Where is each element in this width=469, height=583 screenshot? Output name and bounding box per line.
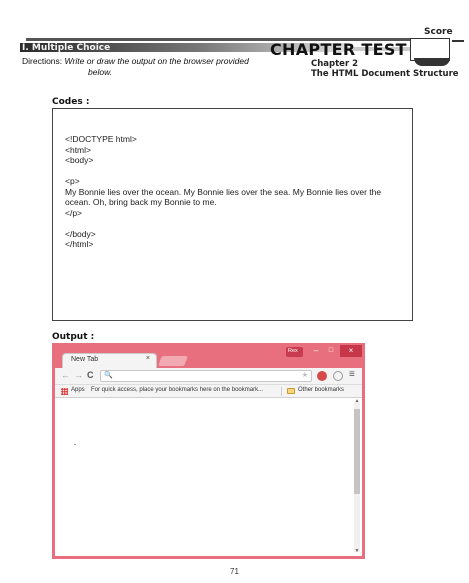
code-line: </html>: [65, 239, 94, 249]
browser-toolbar: ← → C 🔍 ★ ≡: [55, 368, 362, 385]
code-line: <p>: [65, 176, 80, 186]
tab-label: New Tab: [71, 356, 99, 363]
code-box: <!DOCTYPE html> <html> <body> <p> My Bon…: [52, 108, 413, 321]
chapter-subtitle: Chapter 2 The HTML Document Structure: [311, 59, 459, 79]
close-window-icon[interactable]: ×: [340, 345, 362, 357]
reload-icon[interactable]: C: [87, 370, 94, 380]
user-badge[interactable]: Rex: [286, 347, 303, 357]
extension-icon[interactable]: [317, 371, 327, 381]
address-bar[interactable]: 🔍 ★: [100, 370, 312, 382]
chapter-title: The HTML Document Structure: [311, 69, 459, 79]
code-listing: <!DOCTYPE html> <html> <body> <p> My Bon…: [65, 134, 405, 250]
user-badge-label: Rex: [288, 348, 298, 354]
scroll-down-icon[interactable]: ▼: [354, 548, 360, 554]
score-box-dash: [452, 40, 464, 42]
page-number: 71: [230, 567, 239, 576]
menu-icon[interactable]: ≡: [349, 369, 355, 380]
browser-window: New Tab × Rex – □ × ← → C 🔍 ★ ≡ Apps For…: [52, 343, 365, 559]
bookmark-star-icon[interactable]: ★: [302, 371, 308, 379]
browser-tab[interactable]: New Tab ×: [62, 353, 157, 368]
scrollbar-thumb[interactable]: [354, 409, 360, 494]
code-line: <body>: [65, 155, 94, 165]
codes-label: Codes :: [52, 97, 90, 107]
directions: Directions: Write or draw the output on …: [22, 56, 292, 78]
browser-viewport[interactable]: ▲ ▼: [55, 398, 362, 556]
back-arrow-icon[interactable]: ←: [61, 370, 70, 380]
directions-text: Write or draw the output on the browser …: [64, 56, 249, 66]
extension-circle-icon[interactable]: [333, 371, 343, 381]
code-line: </p>: [65, 207, 83, 218]
apps-link[interactable]: Apps: [71, 387, 85, 393]
maximize-icon[interactable]: □: [324, 346, 338, 357]
section-title: I. Multiple Choice: [22, 43, 111, 53]
bookmarks-hint: For quick access, place your bookmarks h…: [91, 387, 264, 393]
bookmarks-divider: [281, 387, 282, 396]
code-line: <html>: [65, 144, 91, 155]
directions-text-line2: below.: [88, 67, 113, 77]
other-bookmarks-link[interactable]: Other bookmarks: [298, 387, 344, 393]
code-line: My Bonnie lies over the ocean. My Bonnie…: [65, 186, 382, 208]
score-label: Score: [424, 27, 453, 37]
bookmarks-bar: Apps For quick access, place your bookma…: [55, 385, 362, 398]
output-label: Output :: [52, 332, 95, 342]
new-tab-button[interactable]: [158, 356, 188, 366]
apps-grid-icon[interactable]: [61, 388, 68, 395]
search-icon: 🔍: [104, 372, 113, 379]
code-line: </body>: [65, 228, 96, 239]
forward-arrow-icon[interactable]: →: [74, 370, 83, 380]
minimize-icon[interactable]: –: [309, 346, 323, 357]
viewport-mark: [74, 444, 76, 445]
code-line: <!DOCTYPE html>: [65, 134, 137, 144]
tab-close-icon[interactable]: ×: [146, 355, 150, 362]
directions-label: Directions:: [22, 56, 63, 66]
folder-icon: [287, 388, 295, 394]
chapter-number: Chapter 2: [311, 59, 359, 69]
